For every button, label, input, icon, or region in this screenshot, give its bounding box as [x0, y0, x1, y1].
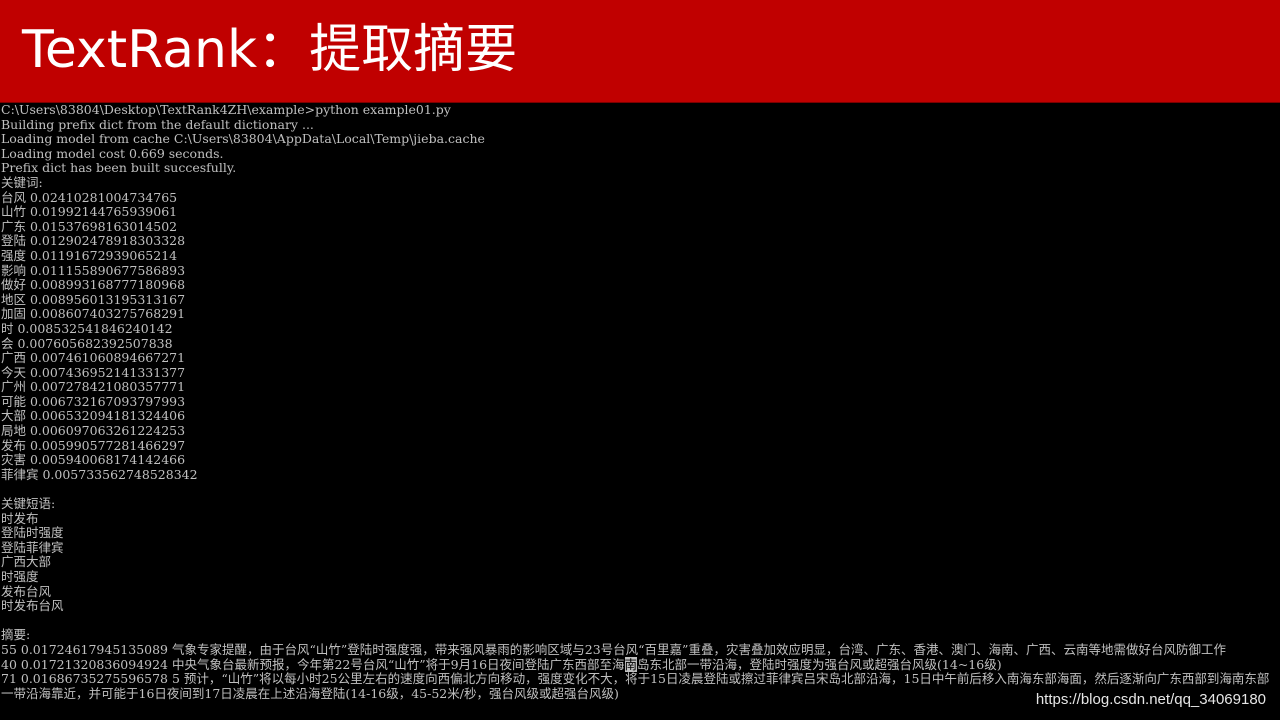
summary-line: 55 0.01724617945135089 气象专家提醒，由于台风“山竹”登陆…: [1, 641, 1226, 657]
phrase-line: 广西大部: [1, 554, 52, 570]
keyword-line: 地区 0.008956013195313167: [1, 291, 186, 307]
phrase-line: 登陆时强度: [1, 525, 64, 541]
phrase-line: 发布台风: [1, 583, 52, 599]
keyword-line: 强度 0.01191672939065214: [1, 247, 178, 263]
log-output: Building prefix dict from the default di…: [0, 116, 1280, 176]
log-line: Prefix dict has been built succesfully.: [1, 160, 237, 176]
phrases-header: 关键短语:: [1, 496, 56, 512]
source-watermark: https://blog.csdn.net/qq_34069180: [1035, 691, 1266, 708]
console-window[interactable]: C:\Users\83804\Desktop\TextRank4ZH\examp…: [0, 103, 1280, 720]
log-line: Loading model cost 0.669 seconds.: [1, 145, 224, 161]
keyword-line: 登陆 0.012902478918303328: [1, 233, 186, 249]
keyword-line: 影响 0.011155890677586893: [1, 262, 186, 278]
keyword-line: 可能 0.006732167093797993: [1, 393, 186, 409]
keyword-line: 大部 0.006532094181324406: [1, 408, 186, 424]
text-cursor: 南: [624, 656, 638, 672]
keyword-line: 时 0.008532541846240142: [1, 320, 173, 336]
phrase-line: 时发布: [1, 510, 39, 526]
keyword-line: 会 0.007605682392507838: [1, 335, 173, 351]
phrase-line: 登陆菲律宾: [1, 539, 64, 555]
summary-line: 40 0.01721320836094924 中央气象台最新预报，今年第22号台…: [0, 656, 1275, 673]
keyword-line: 广西 0.007461060894667271: [1, 350, 186, 366]
keyword-line: 做好 0.008993168777180968: [1, 277, 186, 293]
keyword-line: 灾害 0.005940068174142466: [1, 452, 186, 468]
keyword-line: 局地 0.006097063261224253: [1, 423, 186, 439]
keyword-line: 台风 0.02410281004734765: [1, 189, 178, 205]
keyword-list: 台风 0.02410281004734765 山竹 0.019921447659…: [0, 189, 1280, 483]
summary-text: 岛东北部一带沿海，登陆时强度为强台风或超强台风级(14~16级): [637, 656, 1002, 672]
summary-header: 摘要:: [1, 627, 31, 643]
phrase-line: 时发布台风: [1, 598, 64, 614]
keyword-line: 广东 0.01537698163014502: [1, 218, 178, 234]
keyword-line: 加固 0.008607403275768291: [1, 306, 186, 322]
keyword-line: 广州 0.007278421080357771: [1, 379, 186, 395]
keyword-line: 今天 0.007436952141331377: [1, 364, 186, 380]
phrase-list: 时发布 登陆时强度 登陆菲律宾 广西大部 时强度 发布台风 时发布台风: [0, 510, 1280, 614]
slide-title: TextRank：提取摘要: [22, 20, 518, 80]
title-banner: TextRank：提取摘要: [0, 0, 1280, 103]
log-line: Loading model from cache C:\Users\83804\…: [1, 131, 485, 147]
command-line: C:\Users\83804\Desktop\TextRank4ZH\examp…: [1, 103, 451, 117]
keywords-header: 关键词:: [1, 174, 43, 190]
phrase-line: 时强度: [1, 569, 39, 584]
keyword-line: 山竹 0.01992144765939061: [1, 204, 178, 220]
keyword-line: 发布 0.005990577281466297: [1, 437, 186, 453]
summary-text: 40 0.01721320836094924 中央气象台最新预报，今年第22号台…: [1, 656, 625, 672]
keyword-line: 菲律宾 0.005733562748528342: [1, 466, 198, 482]
log-line: Building prefix dict from the default di…: [1, 116, 314, 132]
